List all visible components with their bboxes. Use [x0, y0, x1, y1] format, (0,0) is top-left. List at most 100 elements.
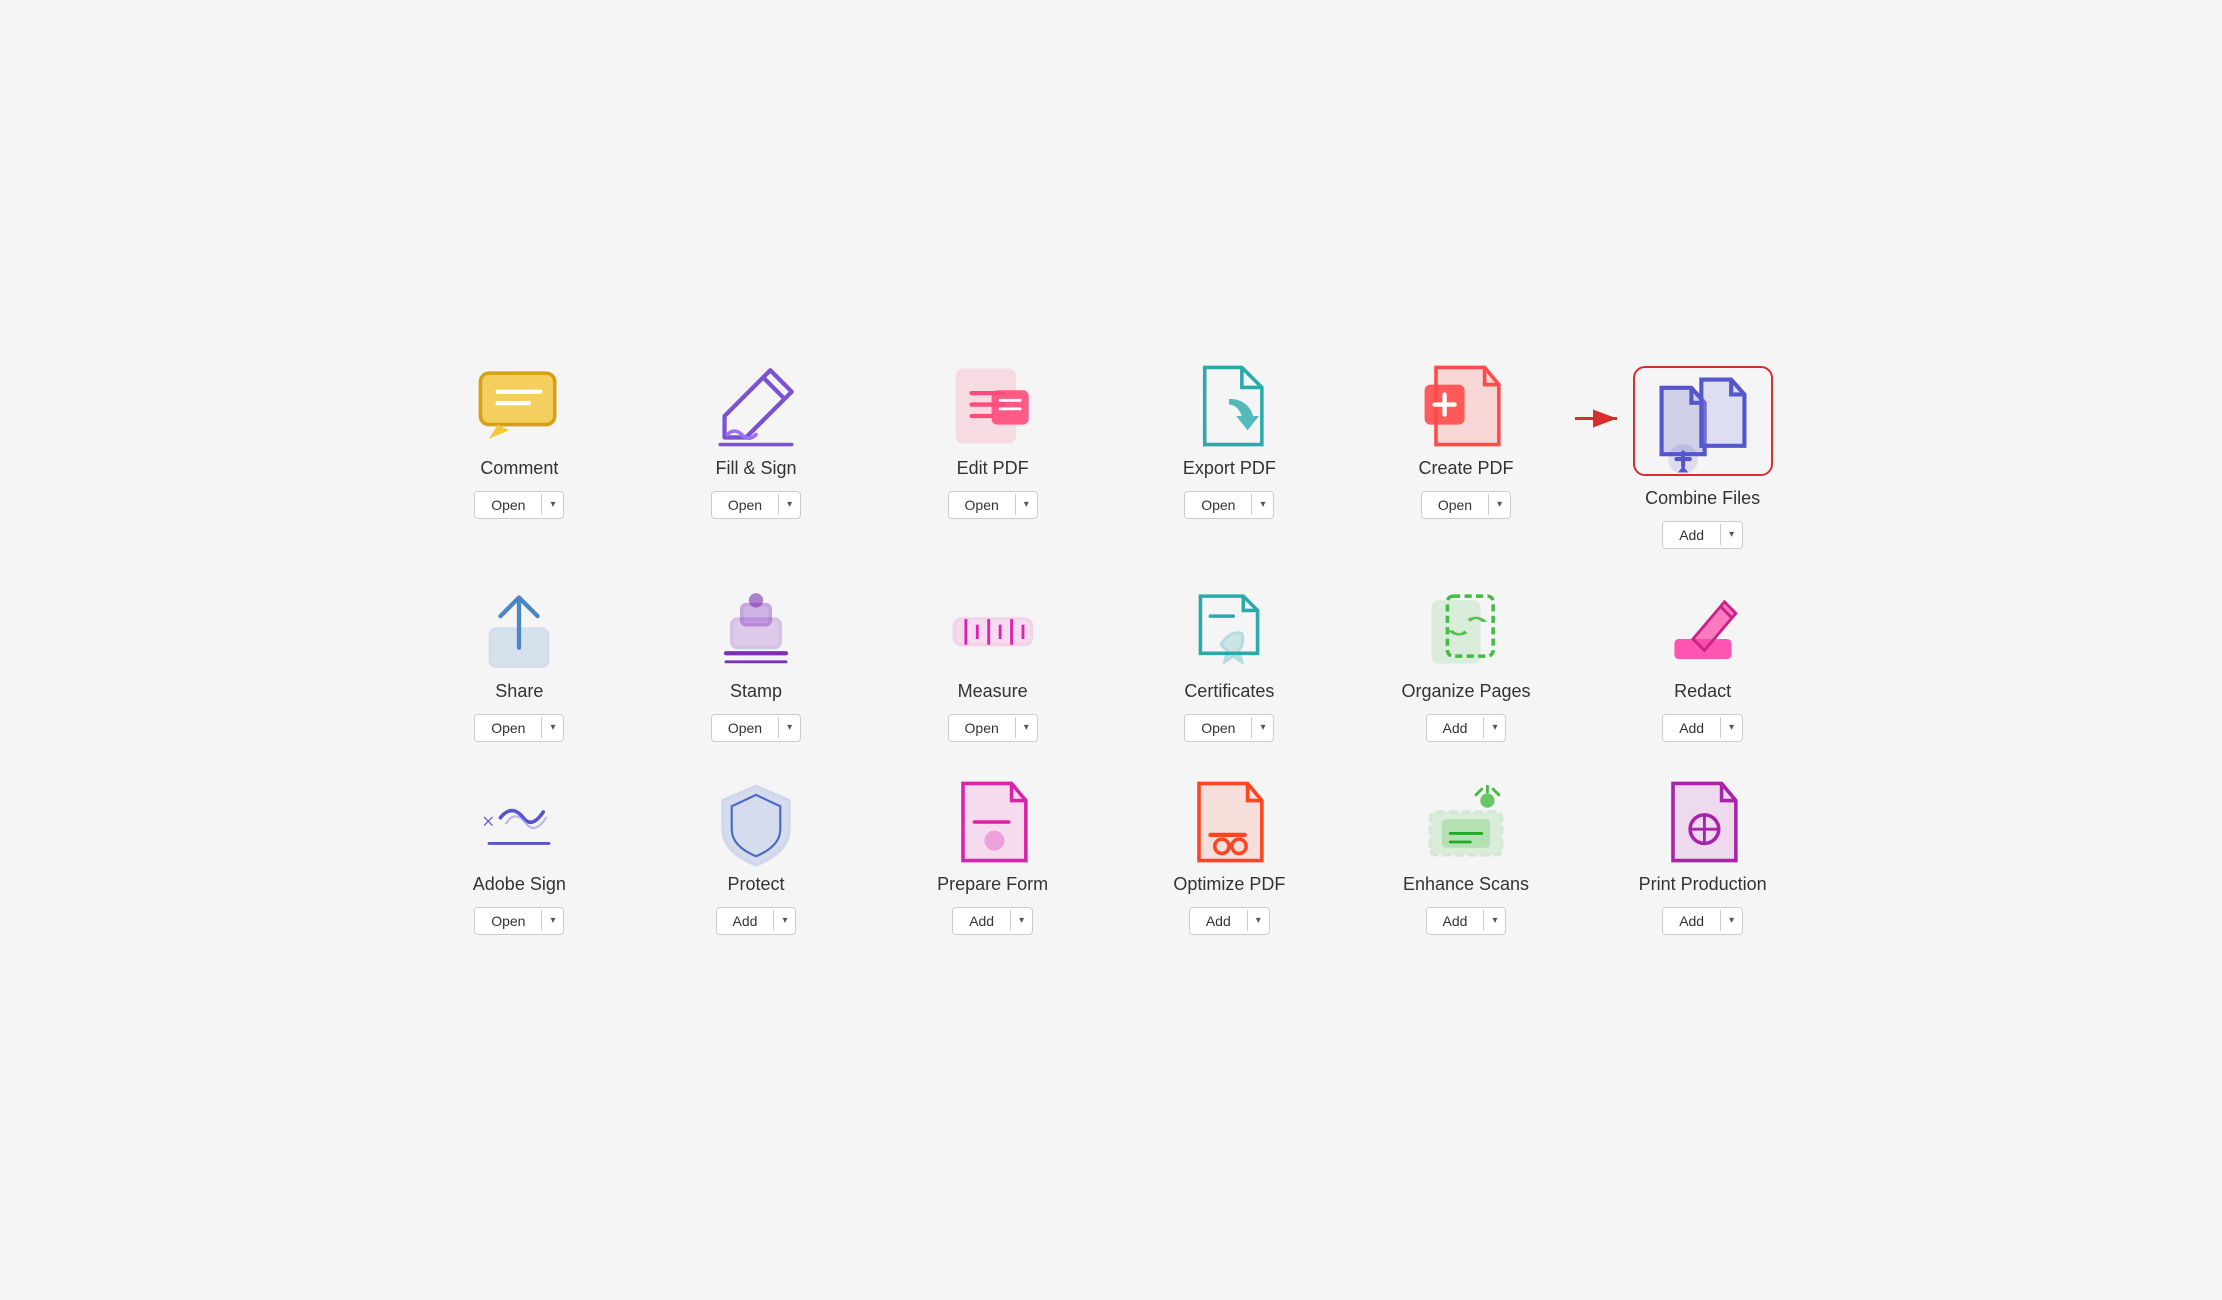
- btn-main-create-pdf[interactable]: Open: [1422, 492, 1488, 518]
- btn-group-combine-files: Add▾: [1662, 521, 1743, 549]
- btn-dropdown-fill-sign[interactable]: ▾: [778, 494, 800, 515]
- btn-dropdown-redact[interactable]: ▾: [1720, 717, 1742, 738]
- tool-icon-share: [469, 589, 569, 669]
- tools-grid: CommentOpen▾ Fill & SignOpen▾ Edit PDFOp…: [411, 366, 1811, 935]
- btn-group-redact: Add▾: [1662, 714, 1743, 742]
- tool-name-stamp: Stamp: [730, 681, 782, 702]
- btn-main-fill-sign[interactable]: Open: [712, 492, 778, 518]
- btn-dropdown-measure[interactable]: ▾: [1015, 717, 1037, 738]
- btn-group-export-pdf: Open▾: [1184, 491, 1274, 519]
- tool-item-certificates: Certificates Open▾: [1121, 589, 1338, 742]
- tool-item-adobe-sign: × Adobe Sign Open▾: [411, 782, 628, 935]
- btn-main-export-pdf[interactable]: Open: [1185, 492, 1251, 518]
- btn-dropdown-enhance-scans[interactable]: ▾: [1483, 910, 1505, 931]
- tool-item-combine-files: Combine FilesAdd▾: [1594, 366, 1811, 549]
- btn-dropdown-protect[interactable]: ▾: [773, 910, 795, 931]
- btn-main-print-production[interactable]: Add: [1663, 908, 1720, 934]
- btn-dropdown-combine-files[interactable]: ▾: [1720, 524, 1742, 545]
- tool-item-enhance-scans: Enhance Scans Add▾: [1358, 782, 1575, 935]
- btn-group-adobe-sign: Open▾: [474, 907, 564, 935]
- btn-main-prepare-form[interactable]: Add: [953, 908, 1010, 934]
- btn-group-protect: Add▾: [716, 907, 797, 935]
- tool-item-redact: Redact Add▾: [1594, 589, 1811, 742]
- tool-item-create-pdf: Create PDF Open▾: [1358, 366, 1575, 549]
- btn-main-protect[interactable]: Add: [717, 908, 774, 934]
- btn-main-redact[interactable]: Add: [1663, 715, 1720, 741]
- svg-text:×: ×: [481, 809, 496, 834]
- tool-name-comment: Comment: [480, 458, 558, 479]
- tool-icon-edit-pdf: [943, 366, 1043, 446]
- tool-icon-comment: [469, 366, 569, 446]
- tool-icon-combine-files: [1633, 366, 1773, 476]
- tool-name-adobe-sign: Adobe Sign: [473, 874, 566, 895]
- tool-icon-certificates: [1179, 589, 1279, 669]
- tool-name-print-production: Print Production: [1639, 874, 1767, 895]
- tool-icon-optimize-pdf: [1179, 782, 1279, 862]
- btn-group-prepare-form: Add▾: [952, 907, 1033, 935]
- tool-name-prepare-form: Prepare Form: [937, 874, 1048, 895]
- tool-name-create-pdf: Create PDF: [1418, 458, 1513, 479]
- btn-dropdown-export-pdf[interactable]: ▾: [1251, 494, 1273, 515]
- btn-group-enhance-scans: Add▾: [1426, 907, 1507, 935]
- tool-name-optimize-pdf: Optimize PDF: [1173, 874, 1285, 895]
- btn-group-optimize-pdf: Add▾: [1189, 907, 1270, 935]
- tool-item-print-production: Print Production Add▾: [1594, 782, 1811, 935]
- tool-item-organize-pages: Organize Pages Add▾: [1358, 589, 1575, 742]
- tool-name-redact: Redact: [1674, 681, 1731, 702]
- tool-name-protect: Protect: [727, 874, 784, 895]
- btn-dropdown-adobe-sign[interactable]: ▾: [541, 910, 563, 931]
- btn-group-stamp: Open▾: [711, 714, 801, 742]
- btn-dropdown-create-pdf[interactable]: ▾: [1488, 494, 1510, 515]
- btn-group-share: Open▾: [474, 714, 564, 742]
- tool-name-export-pdf: Export PDF: [1183, 458, 1276, 479]
- tool-item-optimize-pdf: Optimize PDF Add▾: [1121, 782, 1338, 935]
- btn-main-combine-files[interactable]: Add: [1663, 522, 1720, 548]
- tool-name-fill-sign: Fill & Sign: [715, 458, 796, 479]
- tool-item-measure: MeasureOpen▾: [884, 589, 1101, 742]
- tool-item-fill-sign: Fill & Sign Open▾: [648, 366, 865, 549]
- tool-name-organize-pages: Organize Pages: [1401, 681, 1530, 702]
- tool-icon-measure: [943, 589, 1043, 669]
- tool-item-share: ShareOpen▾: [411, 589, 628, 742]
- btn-dropdown-stamp[interactable]: ▾: [778, 717, 800, 738]
- btn-main-comment[interactable]: Open: [475, 492, 541, 518]
- btn-dropdown-share[interactable]: ▾: [541, 717, 563, 738]
- tool-name-certificates: Certificates: [1184, 681, 1274, 702]
- tool-icon-prepare-form: [943, 782, 1043, 862]
- btn-main-certificates[interactable]: Open: [1185, 715, 1251, 741]
- tool-icon-print-production: [1653, 782, 1753, 862]
- tool-icon-enhance-scans: [1416, 782, 1516, 862]
- tool-icon-export-pdf: [1179, 366, 1279, 446]
- btn-main-organize-pages[interactable]: Add: [1427, 715, 1484, 741]
- btn-group-create-pdf: Open▾: [1421, 491, 1511, 519]
- tool-item-prepare-form: Prepare Form Add▾: [884, 782, 1101, 935]
- tool-icon-redact: [1653, 589, 1753, 669]
- btn-dropdown-certificates[interactable]: ▾: [1251, 717, 1273, 738]
- tool-icon-adobe-sign: ×: [469, 782, 569, 862]
- btn-dropdown-organize-pages[interactable]: ▾: [1483, 717, 1505, 738]
- btn-main-measure[interactable]: Open: [949, 715, 1015, 741]
- btn-dropdown-edit-pdf[interactable]: ▾: [1015, 494, 1037, 515]
- tool-icon-create-pdf: [1416, 366, 1516, 446]
- btn-dropdown-print-production[interactable]: ▾: [1720, 910, 1742, 931]
- btn-dropdown-comment[interactable]: ▾: [541, 494, 563, 515]
- tool-icon-organize-pages: [1416, 589, 1516, 669]
- btn-main-share[interactable]: Open: [475, 715, 541, 741]
- tool-icon-fill-sign: [706, 366, 806, 446]
- btn-group-comment: Open▾: [474, 491, 564, 519]
- btn-main-enhance-scans[interactable]: Add: [1427, 908, 1484, 934]
- btn-group-measure: Open▾: [948, 714, 1038, 742]
- btn-group-certificates: Open▾: [1184, 714, 1274, 742]
- tool-name-edit-pdf: Edit PDF: [957, 458, 1029, 479]
- btn-main-optimize-pdf[interactable]: Add: [1190, 908, 1247, 934]
- btn-dropdown-prepare-form[interactable]: ▾: [1010, 910, 1032, 931]
- btn-dropdown-optimize-pdf[interactable]: ▾: [1247, 910, 1269, 931]
- tool-item-comment: Comment Open▾: [411, 366, 628, 549]
- tool-name-enhance-scans: Enhance Scans: [1403, 874, 1529, 895]
- btn-main-edit-pdf[interactable]: Open: [949, 492, 1015, 518]
- btn-main-stamp[interactable]: Open: [712, 715, 778, 741]
- tool-item-export-pdf: Export PDF Open▾: [1121, 366, 1338, 549]
- btn-group-fill-sign: Open▾: [711, 491, 801, 519]
- tool-icon-stamp: [706, 589, 806, 669]
- btn-main-adobe-sign[interactable]: Open: [475, 908, 541, 934]
